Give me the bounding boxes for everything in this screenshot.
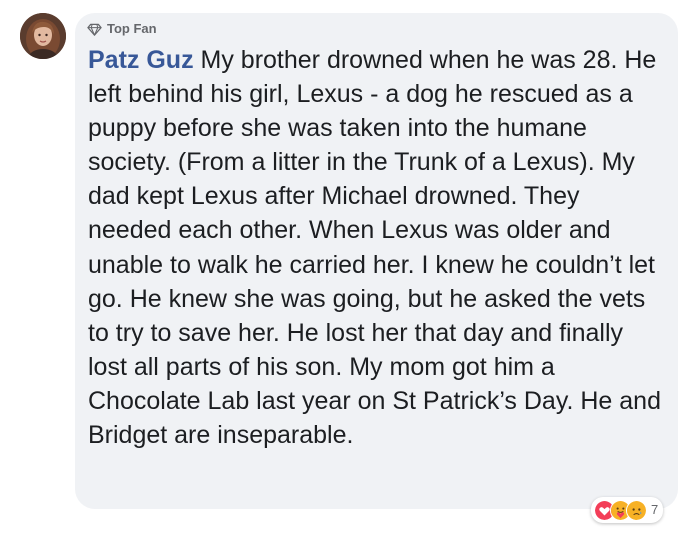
comment-bubble: Top Fan Patz Guz My brother drowned when…: [75, 13, 678, 509]
comment: Top Fan Patz Guz My brother drowned when…: [0, 0, 700, 534]
sad-icon: [626, 499, 647, 521]
avatar[interactable]: [20, 13, 66, 59]
reactions-summary[interactable]: 7: [591, 497, 664, 523]
author-name[interactable]: Patz Guz: [88, 46, 194, 74]
badge-label: Top Fan: [107, 21, 157, 36]
comment-body: My brother drowned when he was 28. He le…: [88, 46, 661, 450]
comment-text: Patz Guz My brother drowned when he was …: [88, 43, 668, 452]
reaction-count: 7: [651, 502, 659, 517]
profile-photo-icon: [20, 13, 66, 59]
diamond-icon: [87, 23, 102, 36]
top-fan-badge[interactable]: Top Fan: [87, 20, 157, 38]
